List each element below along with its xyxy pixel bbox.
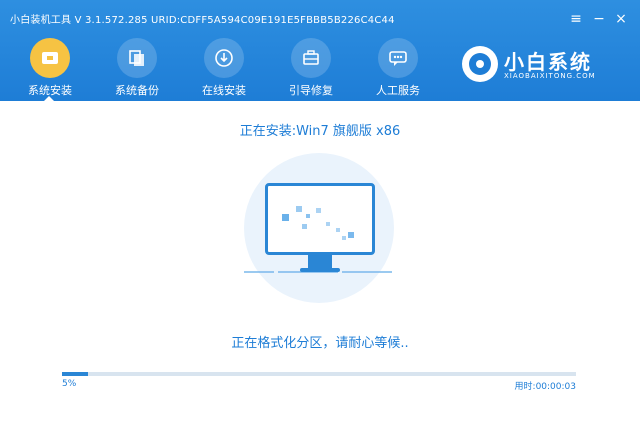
- main-nav: 系统安装 系统备份 在线安装 引导修复 人工服务: [0, 34, 460, 101]
- nav-item-system-install[interactable]: 系统安装: [15, 34, 85, 101]
- install-status-title: 正在安装:Win7 旗舰版 x86: [239, 124, 401, 139]
- minimize-button[interactable]: −: [590, 10, 608, 28]
- elapsed-time: 用时:00:00:03: [514, 382, 576, 392]
- active-tab-indicator: [43, 96, 55, 102]
- progress-percent: 5%: [62, 379, 77, 389]
- nav-label: 引导修复: [289, 84, 333, 97]
- close-button[interactable]: ×: [612, 10, 630, 28]
- online-icon: [204, 38, 244, 78]
- window-title: 小白装机工具 V 3.1.572.285 URID:CDFF5A594C09E1…: [10, 15, 395, 26]
- monitor-stand: [308, 255, 332, 269]
- support-icon: [378, 38, 418, 78]
- monitor-base: [300, 268, 340, 272]
- progress-bar: [62, 372, 576, 376]
- brand-url: XIAOBAIXITONG.COM: [504, 72, 596, 80]
- nav-item-system-backup[interactable]: 系统备份: [102, 34, 172, 101]
- nav-item-online-install[interactable]: 在线安装: [189, 34, 259, 101]
- installer-window: 小白装机工具 V 3.1.572.285 URID:CDFF5A594C09E1…: [0, 0, 640, 440]
- nav-item-manual-service[interactable]: 人工服务: [363, 34, 433, 101]
- brand-name: 小白系统: [504, 50, 592, 74]
- repair-icon: [291, 38, 331, 78]
- header: 小白装机工具 V 3.1.572.285 URID:CDFF5A594C09E1…: [0, 0, 640, 102]
- brand: 小白系统 XIAOBAIXITONG.COM: [462, 40, 632, 90]
- monitor-icon: [265, 183, 375, 255]
- nav-label: 人工服务: [376, 84, 420, 97]
- install-icon: [30, 38, 70, 78]
- status-message: 正在格式化分区，请耐心等候..: [231, 336, 409, 351]
- nav-label: 在线安装: [202, 84, 246, 97]
- nav-label: 系统备份: [115, 84, 159, 97]
- nav-item-boot-repair[interactable]: 引导修复: [276, 34, 346, 101]
- progress-fill: [62, 372, 88, 376]
- menu-icon[interactable]: ≡: [567, 10, 585, 28]
- title-bar: 小白装机工具 V 3.1.572.285 URID:CDFF5A594C09E1…: [0, 0, 640, 34]
- backup-icon: [117, 38, 157, 78]
- brand-logo-icon: [462, 46, 498, 82]
